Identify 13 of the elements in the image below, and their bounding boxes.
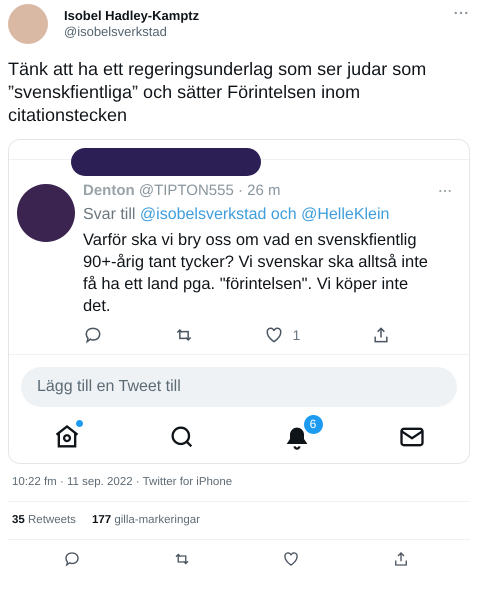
like-count: 1 [292, 326, 300, 344]
author-name: Isobel Hadley-Kamptz [64, 8, 200, 24]
notification-count: 6 [304, 414, 322, 434]
stat-text: 35 Retweets [12, 512, 76, 528]
author-handle: @isobelsverkstad [64, 24, 168, 40]
stat-text: 177 gilla-markeringar [92, 512, 200, 528]
reply-text: Varför ska vi bry oss om vad en svenskfientlig 90+-årig tant tycker? Vi svenskar ska alltså inte få ha ett land pga. "förintelsen". Vi köper inte det. [83, 230, 429, 316]
tweet-text: Tänk att ha ett regeringsunderlag som ser judar som ”svenskfientliga” och sätter Förintelsen inom citationstecken [8, 58, 428, 127]
reply-author-line: Denton @TIPTON555 · 26 m [83, 181, 282, 201]
reply-line: Svar till @isobelsverkstad och @HelleKlein [83, 204, 390, 224]
mention-link[interactable]: @isobelsverkstad och @HelleKlein [140, 206, 390, 222]
timestamp: 10:22 fm · 11 sep. 2022 · Twitter for iPhone [12, 474, 234, 490]
compose-field[interactable]: Lägg till en Tweet till [21, 366, 457, 406]
